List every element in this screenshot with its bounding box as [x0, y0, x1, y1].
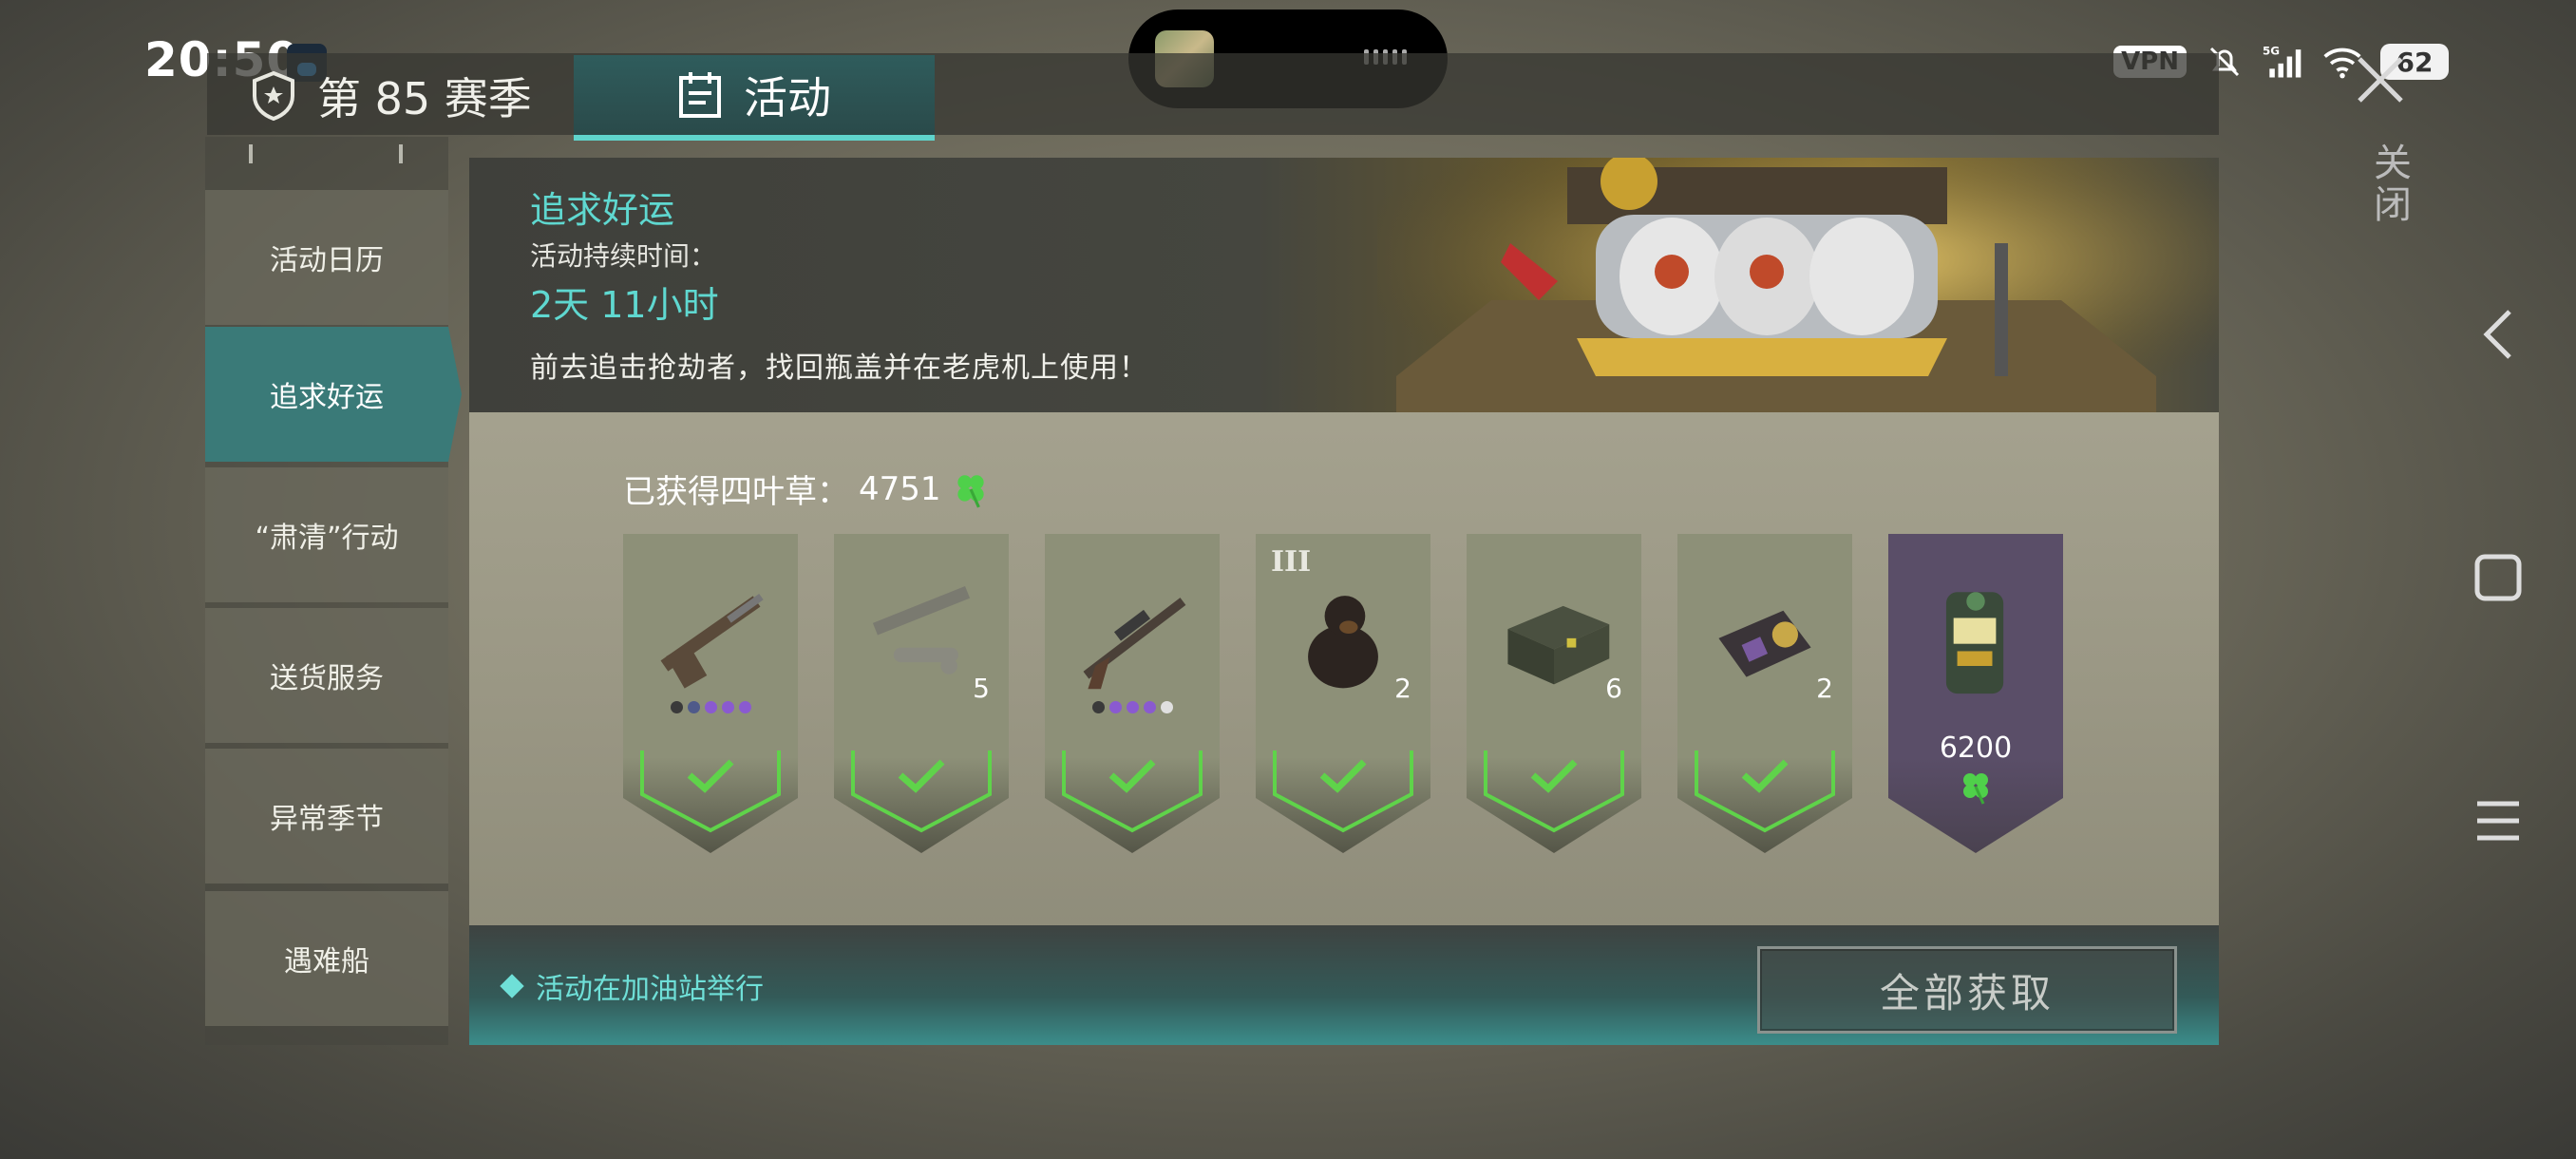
assault-rifle-icon — [1083, 598, 1186, 690]
rarity-dot — [1092, 701, 1105, 713]
four-leaf-clover-icon — [957, 474, 984, 508]
reward-card[interactable]: 6 — [1467, 534, 1641, 853]
hamburger-menu-icon — [2477, 801, 2519, 841]
reward-card[interactable]: 6200 — [1888, 534, 2063, 853]
claim-all-button[interactable]: 全部获取 — [1757, 946, 2177, 1034]
reward-card[interactable]: III 2 — [1256, 534, 1430, 853]
back-button[interactable] — [2460, 296, 2536, 372]
rarity-dot — [739, 701, 751, 713]
police-badge-icon — [1718, 610, 1811, 677]
shotgun-icon — [660, 593, 764, 689]
sidebar-item-anomalous-season[interactable]: 异常季节 — [205, 749, 448, 884]
supply-crate-icon — [1507, 605, 1610, 685]
reward-quantity: 2 — [1394, 673, 1411, 704]
tab-season-label: 第 85 赛季 — [317, 73, 532, 124]
reward-quantity: 6 — [1605, 673, 1622, 704]
checkmark-icon — [1741, 759, 1789, 793]
sidebar-item-shipwreck[interactable]: 遇难船 — [205, 891, 448, 1026]
tab-activity[interactable]: 活动 — [574, 55, 935, 141]
tab-season[interactable]: 第 85 赛季 — [247, 59, 532, 133]
checkmark-icon — [1108, 759, 1156, 793]
reward-quantity: 2 — [1816, 673, 1833, 704]
reward-card[interactable]: 5 — [834, 534, 1009, 853]
clover-count: 已获得四叶草： 4751 — [623, 466, 991, 512]
sidebar-item-pursuit-of-luck[interactable]: 追求好运 — [205, 327, 462, 462]
duration-value: 2天 11小时 — [530, 284, 719, 326]
location-note: 活动在加油站举行 — [500, 965, 764, 1007]
rarity-dot — [688, 701, 700, 713]
event-description: 前去追击抢劫者，找回瓶盖并在老虎机上使用！ — [530, 352, 1148, 385]
rarity-dot — [1144, 701, 1156, 713]
duration-label: 活动持续时间： — [530, 240, 717, 272]
location-note-text: 活动在加油站举行 — [536, 973, 764, 1006]
chevron-left-icon — [2483, 310, 2511, 359]
rarity-dot — [1109, 701, 1122, 713]
close-button[interactable] — [2348, 48, 2413, 112]
clover-count-label: 已获得四叶草： — [623, 473, 849, 511]
checkmark-icon — [1319, 759, 1367, 793]
rarity-dots — [1092, 701, 1173, 713]
season-shield-icon — [253, 70, 294, 122]
checkmark-icon — [1530, 759, 1578, 793]
sidebar-scroll-tick — [249, 144, 253, 163]
tier-label: III — [1271, 545, 1312, 579]
close-icon — [2358, 57, 2403, 103]
rarity-dot — [1127, 701, 1139, 713]
event-title: 追求好运 — [530, 189, 675, 231]
rarity-dot — [671, 701, 683, 713]
calendar-icon — [679, 72, 721, 118]
network-label: 5G — [2263, 45, 2280, 58]
reward-quantity: 5 — [973, 673, 990, 704]
sidebar-item-delivery-service[interactable]: 送货服务 — [205, 608, 448, 743]
reward-card[interactable] — [623, 534, 798, 853]
home-button[interactable] — [2460, 540, 2536, 616]
checkmark-icon — [687, 759, 734, 793]
slot-machine-truck-illustration — [1377, 158, 2219, 412]
reward-card[interactable]: 2 — [1677, 534, 1852, 853]
reward-card[interactable] — [1045, 534, 1220, 853]
rarity-dot — [705, 701, 717, 713]
rarity-dots — [671, 701, 751, 713]
close-label[interactable]: 关闭 — [2361, 142, 2416, 226]
four-leaf-clover-icon — [1963, 773, 1988, 805]
cellular-signal-icon: 5G — [2263, 43, 2304, 81]
slot-machine-icon — [1945, 592, 2004, 694]
sidebar-scroll-tick — [399, 144, 403, 163]
tab-activity-label: 活动 — [744, 72, 831, 124]
rottweiler-dog-icon — [1308, 596, 1378, 689]
reward-price: 6200 — [1939, 732, 2013, 765]
sidebar-item-calendar[interactable]: 活动日历 — [205, 190, 448, 325]
menu-button[interactable] — [2460, 783, 2536, 859]
sidebar-item-purge-operation[interactable]: “肃清”行动 — [205, 467, 448, 602]
rarity-dot — [1161, 701, 1173, 713]
square-home-icon — [2474, 554, 2522, 601]
rarity-dot — [722, 701, 734, 713]
clover-count-value: 4751 — [859, 469, 941, 508]
checkmark-icon — [898, 759, 945, 793]
diamond-icon — [500, 974, 524, 998]
rocket-launcher-icon — [872, 585, 971, 674]
